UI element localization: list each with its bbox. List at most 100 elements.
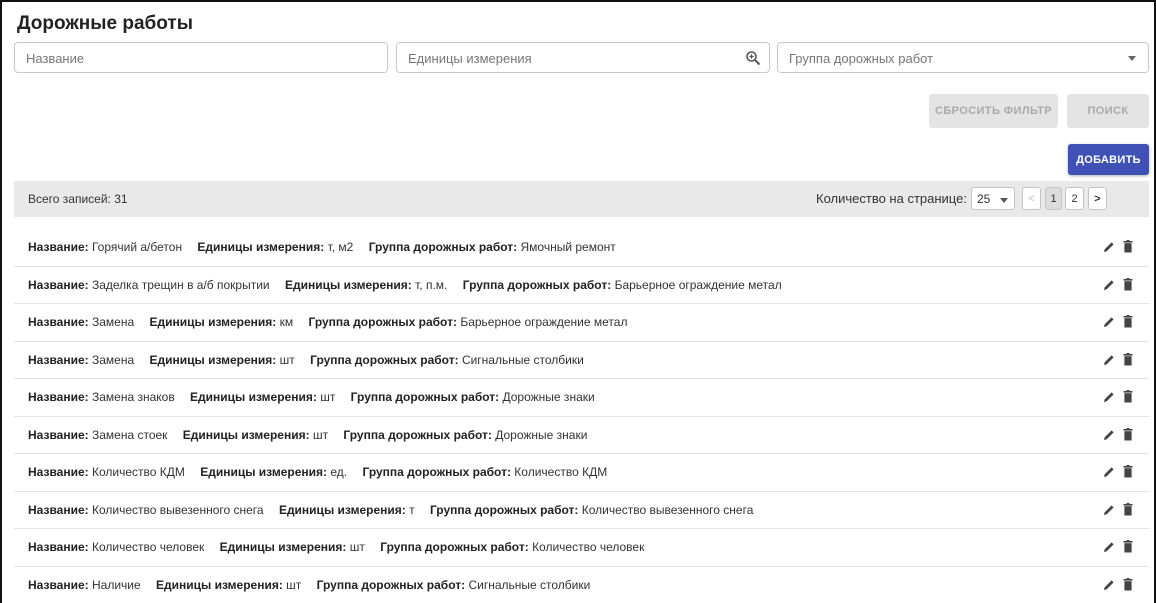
pencil-icon[interactable]: [1103, 279, 1115, 291]
group-filter-placeholder: Группа дорожных работ: [789, 51, 934, 66]
list-item-content: Название: Количество КДМ Единицы измерен…: [28, 465, 619, 479]
pencil-icon[interactable]: [1103, 429, 1115, 441]
name-value: Количество КДМ: [91, 465, 185, 479]
list-item[interactable]: Название: Замена стоек Единицы измерения…: [14, 417, 1149, 454]
name-value: Наличие: [91, 577, 141, 592]
list-item-content: Название: Замена Единицы измерения: км Г…: [28, 315, 639, 329]
list-item[interactable]: Название: Замена знаков Единицы измерени…: [14, 379, 1149, 417]
list-item-content: Название: Замена Единицы измерения: шт Г…: [28, 353, 596, 367]
group-key: Группа дорожных работ:: [362, 465, 511, 479]
list-item-content: Название: Замена знаков Единицы измерени…: [28, 390, 607, 404]
list-item[interactable]: Название: Замена Единицы измерения: шт Г…: [14, 342, 1149, 379]
pagination-prev-button[interactable]: <: [1022, 187, 1041, 210]
search-button[interactable]: ПОИСК: [1067, 94, 1149, 128]
pencil-icon[interactable]: [1103, 391, 1115, 403]
group-key: Группа дорожных работ:: [316, 577, 466, 592]
units-key: Единицы измерения:: [182, 427, 310, 442]
list-item[interactable]: Название: Количество человек Единицы изм…: [14, 529, 1149, 567]
name-filter-input[interactable]: Название: [14, 42, 388, 73]
list-item[interactable]: Название: Количество вывезенного снега Е…: [14, 492, 1149, 529]
pencil-icon[interactable]: [1103, 466, 1115, 478]
group-key: Группа дорожных работ:: [462, 277, 612, 292]
list-item[interactable]: Название: Замена Единицы измерения: км Г…: [14, 304, 1149, 342]
units-value: т: [409, 502, 415, 517]
group-key: Группа дорожных работ:: [429, 502, 579, 517]
name-value: Количество человек: [91, 540, 205, 554]
name-key: Название:: [28, 390, 89, 404]
name-key: Название:: [28, 502, 89, 517]
units-filter-placeholder: Единицы измерения: [408, 51, 532, 66]
group-value: Количество КДМ: [514, 465, 608, 479]
name-key: Название:: [28, 427, 89, 442]
per-page-label: Количество на странице:: [816, 191, 967, 206]
list-item[interactable]: Название: Количество КДМ Единицы измерен…: [14, 454, 1149, 492]
list-item[interactable]: Название: Наличие Единицы измерения: шт …: [14, 567, 1149, 603]
group-value: Сигнальные столбики: [461, 352, 584, 367]
units-key: Единицы измерения:: [219, 540, 347, 554]
trash-icon[interactable]: [1123, 390, 1133, 403]
units-value: шт: [320, 390, 336, 404]
trash-icon[interactable]: [1123, 315, 1133, 328]
trash-icon[interactable]: [1123, 577, 1133, 591]
pagination-page-1[interactable]: 1: [1045, 187, 1062, 210]
name-value: Замена стоек: [91, 427, 168, 442]
add-button[interactable]: ДОБАВИТЬ: [1068, 144, 1149, 175]
group-value: Дорожные знаки: [495, 427, 588, 442]
trash-icon[interactable]: [1123, 240, 1133, 253]
pagination-page-2[interactable]: 2: [1065, 187, 1084, 210]
units-key: Единицы измерения:: [149, 352, 277, 367]
trash-icon[interactable]: [1123, 427, 1133, 441]
list-item-content: Название: Количество вывезенного снега Е…: [28, 503, 765, 517]
units-key: Единицы измерения:: [278, 502, 406, 517]
trash-icon[interactable]: [1123, 465, 1133, 478]
list-item[interactable]: Название: Заделка трещин в а/б покрытии …: [14, 267, 1149, 304]
units-key: Единицы измерения:: [149, 315, 277, 329]
units-value: км: [279, 315, 294, 329]
pencil-icon[interactable]: [1103, 579, 1115, 591]
group-value: Сигнальные столбики: [468, 577, 591, 592]
pagination-next-button[interactable]: >: [1088, 187, 1107, 210]
list-item-content: Название: Количество человек Единицы изм…: [28, 540, 656, 554]
trash-icon[interactable]: [1123, 502, 1133, 516]
zoom-in-icon[interactable]: [745, 50, 761, 66]
name-key: Название:: [28, 277, 89, 292]
per-page-select[interactable]: 25: [971, 187, 1015, 210]
name-key: Название:: [28, 465, 89, 479]
name-key: Название:: [28, 315, 89, 329]
units-filter-input[interactable]: Единицы измерения: [396, 42, 770, 73]
pencil-icon[interactable]: [1103, 541, 1115, 553]
reset-filter-button[interactable]: СБРОСИТЬ ФИЛЬТР: [929, 94, 1058, 128]
trash-icon[interactable]: [1123, 540, 1133, 553]
name-key: Название:: [28, 240, 89, 254]
group-value: Барьерное ограждение метал: [614, 277, 782, 292]
trash-icon[interactable]: [1123, 277, 1133, 291]
pencil-icon[interactable]: [1103, 354, 1115, 366]
units-key: Единицы измерения:: [200, 465, 328, 479]
trash-icon[interactable]: [1123, 352, 1133, 366]
group-key: Группа дорожных работ:: [343, 427, 492, 442]
units-key: Единицы измерения:: [284, 277, 412, 292]
pencil-icon[interactable]: [1103, 316, 1115, 328]
list-item-content: Название: Заделка трещин в а/б покрытии …: [28, 278, 794, 292]
pencil-icon[interactable]: [1103, 504, 1115, 516]
group-value: Дорожные знаки: [502, 390, 595, 404]
group-value: Барьерное ограждение метал: [460, 315, 628, 329]
group-key: Группа дорожных работ:: [308, 315, 457, 329]
list-item-content: Название: Горячий а/бетон Единицы измере…: [28, 240, 628, 254]
list-toolbar: Всего записей: 31 Количество на странице…: [14, 181, 1149, 217]
name-key: Название:: [28, 577, 89, 592]
group-key: Группа дорожных работ:: [368, 240, 518, 254]
units-value: т, п.м.: [415, 277, 448, 292]
name-value: Горячий а/бетон: [91, 240, 183, 254]
group-filter-select[interactable]: Группа дорожных работ: [777, 42, 1149, 73]
group-value: Количество вывезенного снега: [581, 502, 754, 517]
chevron-down-icon: [1128, 56, 1136, 61]
name-value: Количество вывезенного снега: [91, 502, 264, 517]
pencil-icon[interactable]: [1103, 241, 1115, 253]
total-records: Всего записей: 31: [28, 192, 128, 206]
list-item[interactable]: Название: Горячий а/бетон Единицы измере…: [14, 229, 1149, 267]
per-page-value: 25: [977, 192, 991, 206]
units-key: Единицы измерения:: [190, 390, 317, 404]
name-key: Название:: [28, 352, 89, 367]
group-value: Количество человек: [532, 540, 645, 554]
